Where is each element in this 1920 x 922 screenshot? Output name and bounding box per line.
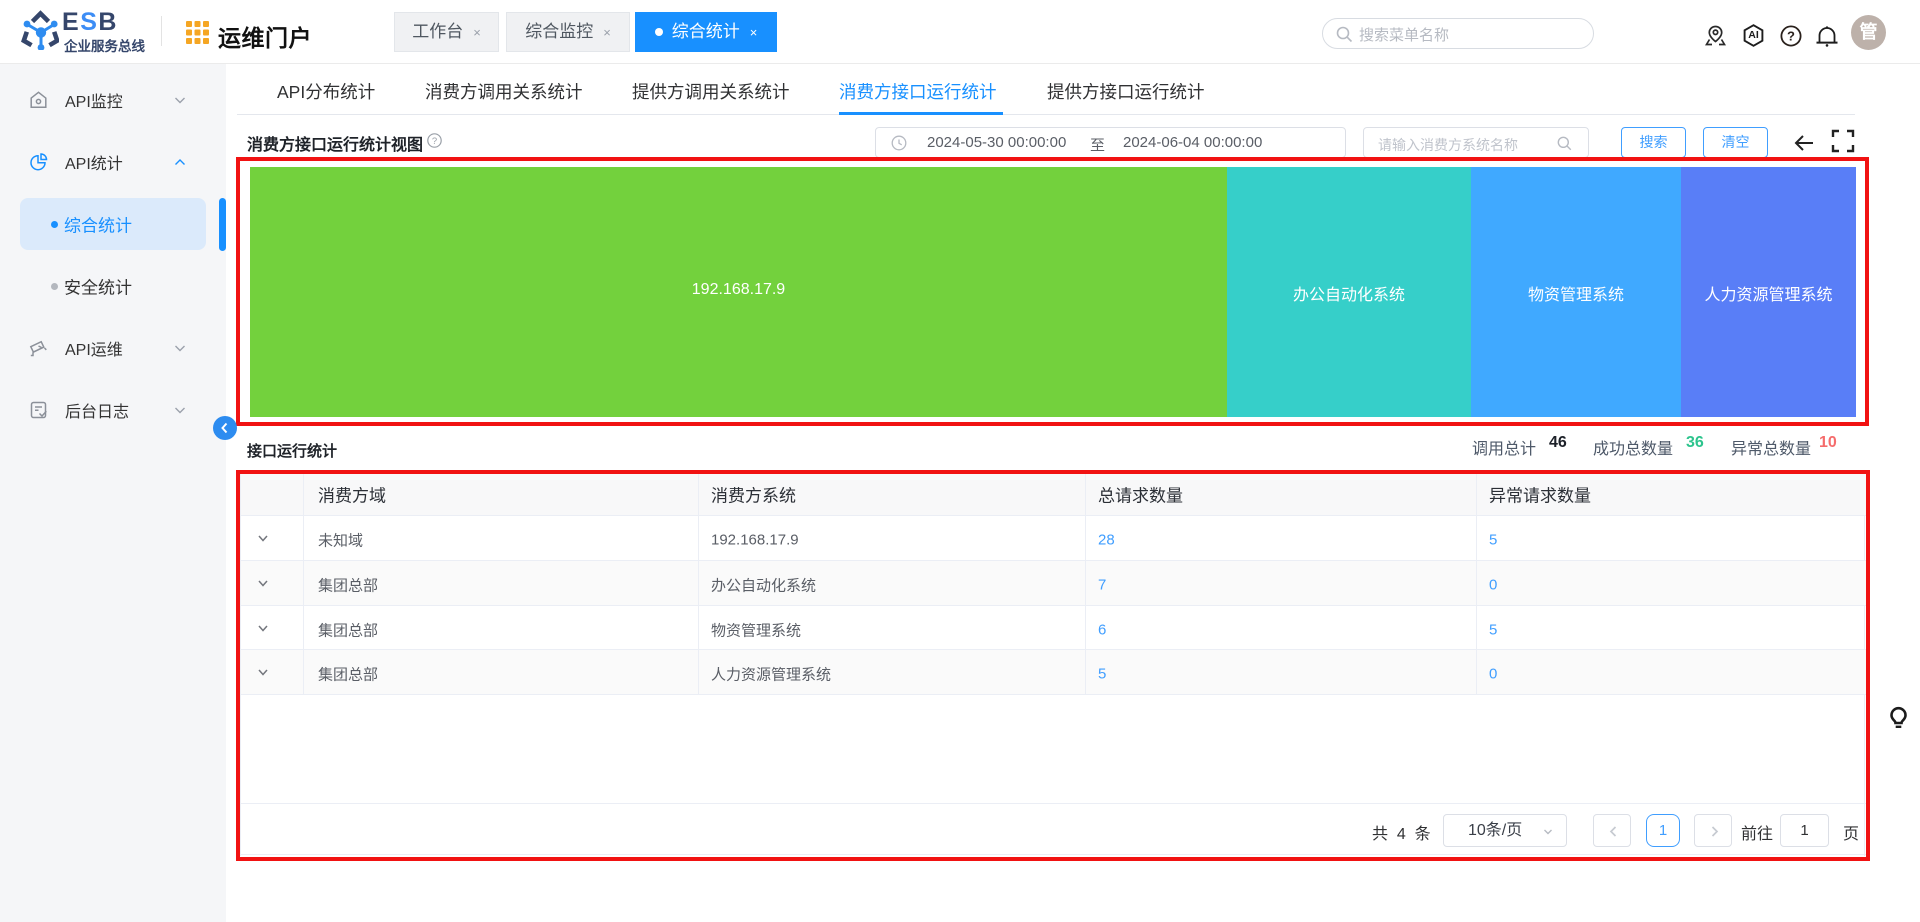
svg-text:?: ?: [432, 136, 437, 147]
svg-text:?: ?: [1787, 29, 1795, 44]
